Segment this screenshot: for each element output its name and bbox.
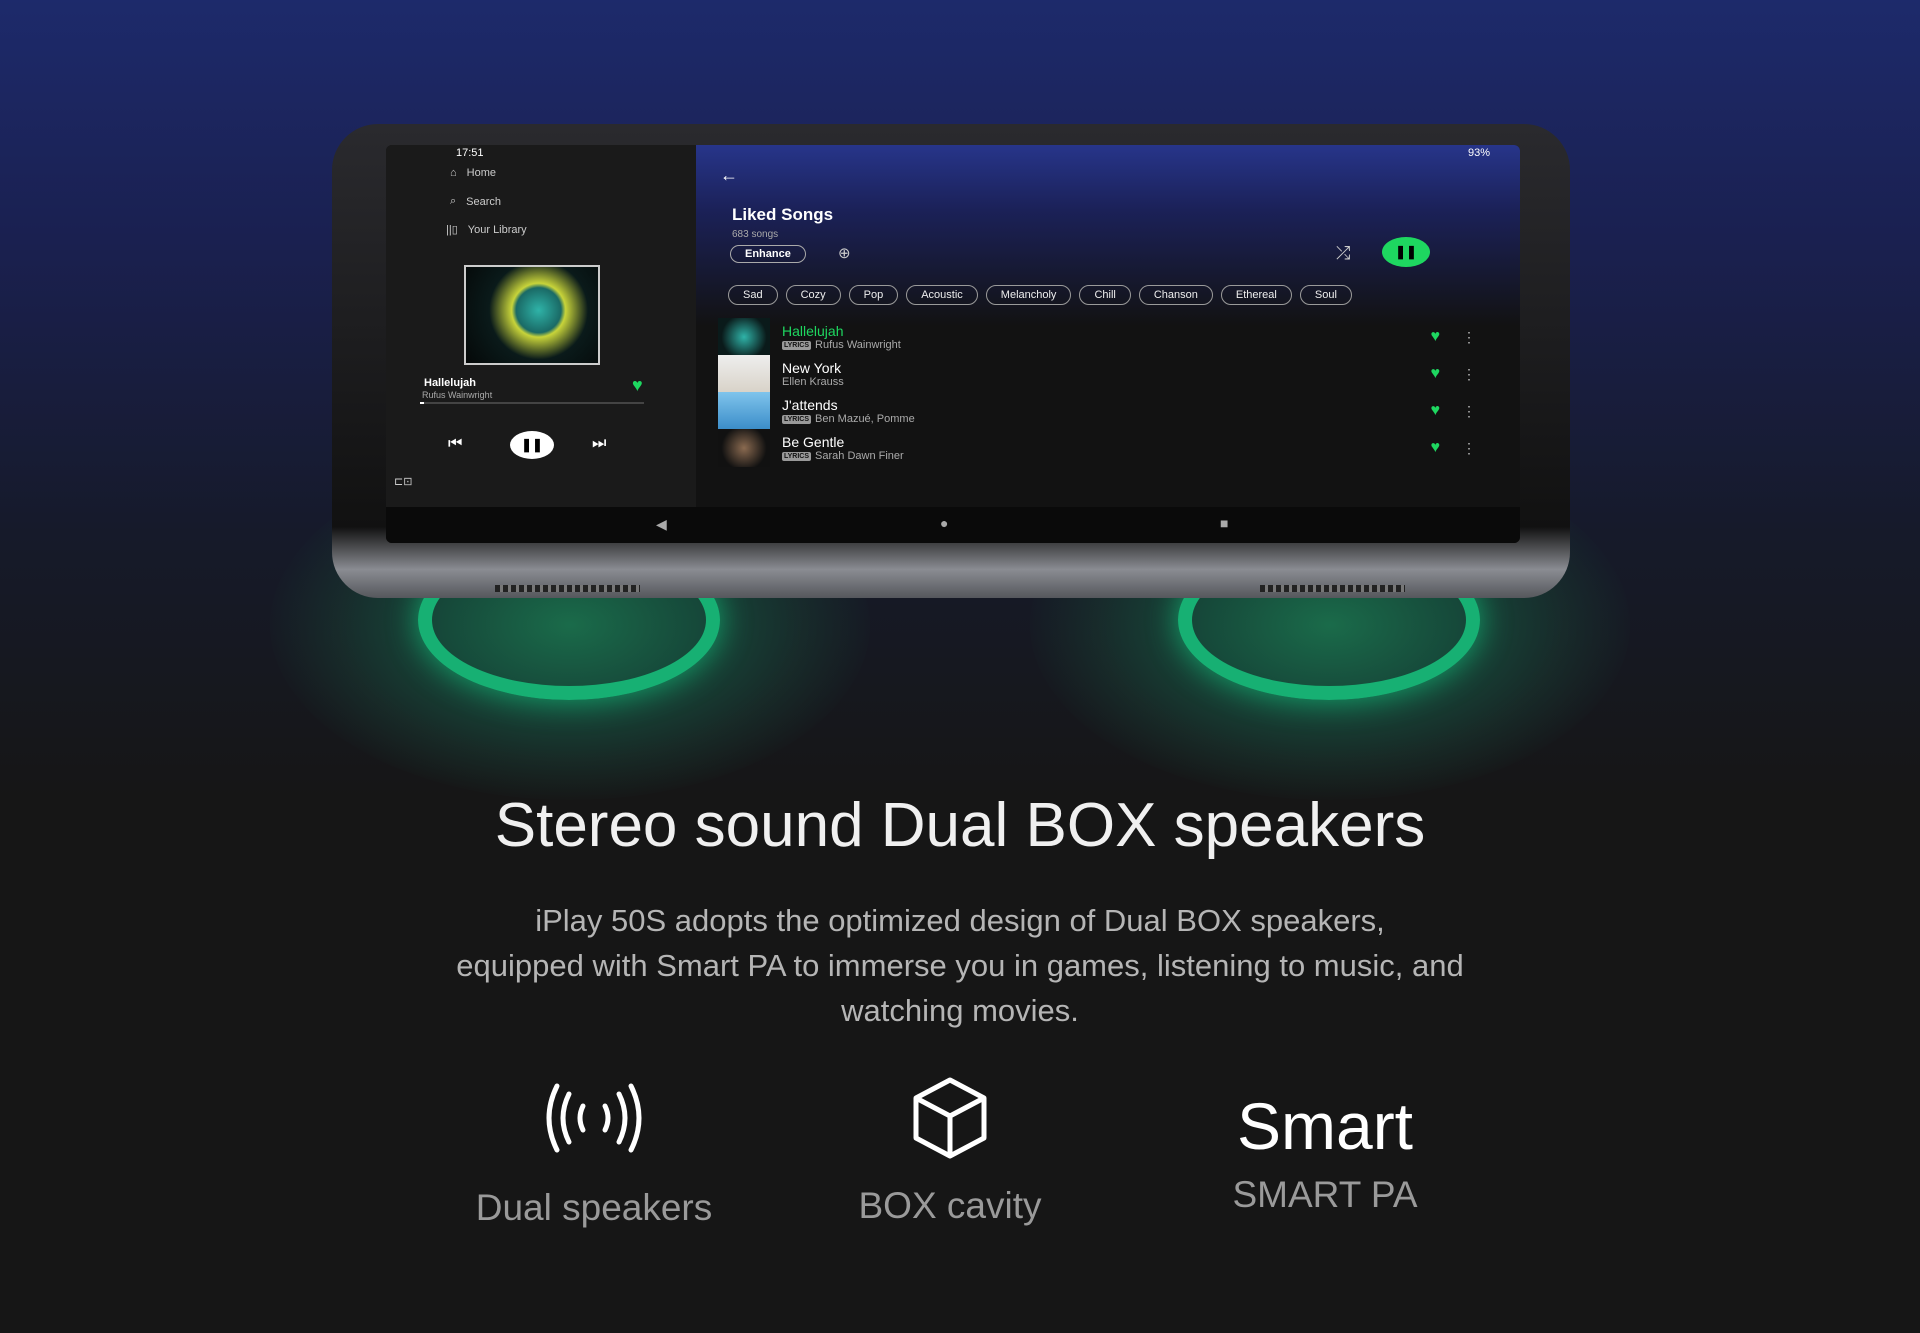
devices-icon[interactable]: ⊏⊡ [394,475,412,488]
filter-chip[interactable]: Sad [728,285,778,305]
track-thumbnail [718,429,770,467]
feature-label: Dual speakers [475,1187,713,1228]
smart-wordmark: Smart [1236,1089,1414,1163]
cube-icon [913,1077,987,1159]
album-art [464,265,600,365]
lyrics-badge: LYRICS [782,414,812,424]
description-line: watching movies. [841,993,1079,1028]
feature-box-cavity: BOX cavity [770,1076,1130,1227]
feature-label: SMART PA [1232,1174,1418,1215]
track-artist: Ellen Krauss [782,376,844,388]
feature-smart-pa: Smart SMART PA [1145,1086,1505,1216]
pause-button[interactable]: ❚❚ [510,431,554,459]
more-options-icon[interactable]: ⋮ [1462,329,1476,346]
track-artist: Rufus Wainwright [815,339,901,351]
library-icon: ||▯ [446,224,458,236]
battery-status: 93% [1467,147,1490,159]
status-time: 17:51 [456,147,484,159]
sidebar-item-search[interactable]: ⌕ Search [450,195,501,208]
tablet-screen: 17:51 ⌂ Home ⌕ Search ||▯ Your Library Hall… [386,145,1520,543]
android-nav-bar: ◀ ● ■ [386,507,1520,543]
progress-bar[interactable] [420,402,644,404]
previous-icon[interactable]: ⏮ [448,435,462,453]
now-playing-artist: Rufus Wainwright [422,390,493,400]
description: iPlay 50S adopts the optimized design of… [360,898,1560,1033]
liked-songs-view: 93% ← Liked Songs 683 songs Enhance ⊕ ⤮ … [696,145,1520,507]
track-thumbnail [718,318,770,356]
track-title: J'attends [782,397,838,413]
lyrics-badge: LYRICS [782,340,812,350]
sidebar-item-home[interactable]: ⌂ Home [450,167,496,179]
filter-chip[interactable]: Chanson [1138,285,1213,305]
filter-chip[interactable]: Melancholy [985,285,1072,305]
track-title: Hallelujah [782,323,844,339]
filter-chip[interactable]: Chill [1079,285,1131,305]
like-heart-icon[interactable]: ♥ [632,375,643,396]
track-row[interactable]: J'attends LYRICS Ben Mazué, Pomme ♥ ⋮ [718,391,1490,431]
nav-back-icon[interactable]: ◀ [656,516,667,533]
more-options-icon[interactable]: ⋮ [1462,440,1476,457]
headline: Stereo sound Dual BOX speakers [494,791,1426,860]
lyrics-badge: LYRICS [782,451,812,461]
track-row[interactable]: New York Ellen Krauss ♥ ⋮ [718,354,1490,394]
next-icon[interactable]: ⏭ [592,435,606,453]
more-options-icon[interactable]: ⋮ [1462,403,1476,420]
feature-label: BOX cavity [858,1185,1042,1226]
filter-chip[interactable]: Soul [1299,285,1352,305]
search-icon: ⌕ [450,195,457,207]
filter-chip[interactable]: Pop [848,285,899,305]
home-icon: ⌂ [450,167,457,179]
track-artist: Sarah Dawn Finer [815,450,904,462]
enhance-button[interactable]: Enhance [730,245,806,263]
track-title: New York [782,360,842,376]
sidebar-item-label: Search [466,195,502,208]
shuffle-icon[interactable]: ⤮ [1336,243,1350,264]
play-pause-button[interactable]: ❚❚ [1382,237,1430,267]
track-thumbnail [718,355,770,393]
feature-dual-speakers: Dual speakers [414,1080,774,1229]
song-count: 683 songs [732,229,779,240]
description-line: equipped with Smart PA to immerse you in… [456,948,1464,983]
liked-heart-icon[interactable]: ♥ [1431,402,1441,420]
filter-chips: Sad Cozy Pop Acoustic Melancholy Chill Chanson… [728,285,1360,305]
download-icon[interactable]: ⊕ [838,244,851,262]
track-row[interactable]: Be Gentle LYRICS Sarah Dawn Finer ♥ ⋮ [718,428,1490,468]
nav-home-icon[interactable]: ● [940,515,948,531]
sidebar-item-library[interactable]: ||▯ Your Library [446,223,527,237]
back-arrow-icon[interactable]: ← [720,165,738,186]
filter-chip[interactable]: Cozy [785,285,841,305]
filter-chip[interactable]: Acoustic [906,285,978,305]
track-thumbnail [718,392,770,430]
filter-chip[interactable]: Ethereal [1220,285,1292,305]
track-title: Be Gentle [782,434,845,450]
sidebar: 17:51 ⌂ Home ⌕ Search ||▯ Your Library Hall… [386,145,696,507]
track-artist: Ben Mazué, Pomme [815,413,915,425]
speaker-grille-right [1260,585,1405,592]
description-line: iPlay 50S adopts the optimized design of… [535,903,1385,938]
liked-heart-icon[interactable]: ♥ [1431,439,1441,457]
more-options-icon[interactable]: ⋮ [1462,366,1476,383]
liked-heart-icon[interactable]: ♥ [1431,365,1441,383]
track-row[interactable]: Hallelujah LYRICS Rufus Wainwright ♥ ⋮ [718,317,1490,357]
speaker-waves-icon [546,1083,642,1153]
liked-heart-icon[interactable]: ♥ [1431,328,1441,346]
sidebar-item-label: Your Library [467,223,527,236]
sidebar-item-label: Home [466,167,496,179]
now-playing-title: Hallelujah [424,377,476,389]
speaker-grille-left [495,585,640,592]
page-title: Liked Songs [732,205,834,224]
nav-recents-icon[interactable]: ■ [1220,515,1228,531]
